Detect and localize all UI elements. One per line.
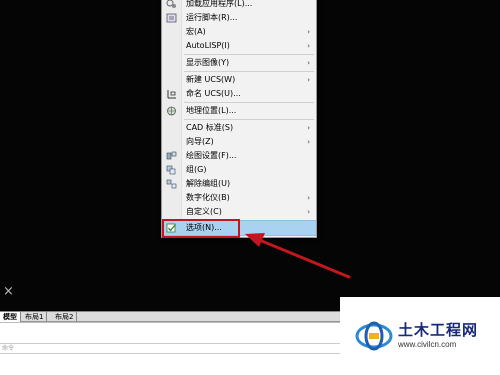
- submenu-arrow-icon: ›: [307, 59, 310, 67]
- menu-item-digitizer[interactable]: 数字化仪(B) ›: [162, 191, 316, 205]
- menu-separator: [184, 102, 314, 103]
- menu-item-load-application[interactable]: 加载应用程序(L)...: [162, 0, 316, 11]
- watermark: 土木工程网 www.civilcn.com: [340, 297, 500, 375]
- menu-item-label: AutoLISP(I): [186, 41, 230, 50]
- menu-separator: [184, 119, 314, 120]
- submenu-arrow-icon: ›: [307, 194, 310, 202]
- menu-item-label: 加载应用程序(L)...: [186, 0, 253, 8]
- submenu-arrow-icon: ›: [307, 42, 310, 50]
- menu-item-label: CAD 标准(S): [186, 123, 234, 132]
- command-prompt: 命令: [2, 345, 15, 352]
- tools-dropdown-menu: 加载应用程序(L)... 运行脚本(R)... 宏(A) › AutoLISP(…: [161, 0, 317, 238]
- menu-item-label: 解除编组(U): [186, 179, 231, 188]
- options-highlight-box: [162, 219, 240, 238]
- ucs-icon: [167, 90, 176, 99]
- menu-item-label: 命名 UCS(U)...: [186, 89, 241, 98]
- script-icon: [166, 13, 177, 23]
- tab-model[interactable]: 模型: [0, 312, 21, 322]
- submenu-arrow-icon: ›: [307, 138, 310, 146]
- tab-layout2[interactable]: 布局2: [52, 312, 78, 322]
- menu-item-cad-standards[interactable]: CAD 标准(S) ›: [162, 121, 316, 135]
- menu-item-label: 运行脚本(R)...: [186, 13, 238, 22]
- menu-item-label: 自定义(C): [186, 207, 222, 216]
- menu-separator: [184, 71, 314, 72]
- menu-separator: [184, 54, 314, 55]
- menu-item-label: 地理位置(L)...: [186, 106, 237, 115]
- menu-item-geographic-location[interactable]: 地理位置(L)...: [162, 104, 316, 118]
- submenu-arrow-icon: ›: [307, 124, 310, 132]
- submenu-arrow-icon: ›: [307, 208, 310, 216]
- pointer-arrow-icon: [245, 233, 351, 279]
- ungroup-icon: [166, 179, 177, 189]
- menu-item-label: 向导(Z): [186, 137, 214, 146]
- menu-item-ungroup[interactable]: 解除编组(U): [162, 177, 316, 191]
- menu-item-label: 宏(A): [186, 27, 206, 36]
- menu-item-macro[interactable]: 宏(A) ›: [162, 25, 316, 39]
- submenu-arrow-icon: ›: [307, 28, 310, 36]
- menu-item-group[interactable]: 组(G): [162, 163, 316, 177]
- watermark-title: 土木工程网: [398, 321, 479, 339]
- menu-item-new-ucs[interactable]: 新建 UCS(W) ›: [162, 73, 316, 87]
- close-icon[interactable]: ×: [3, 285, 14, 298]
- menu-item-label: 新建 UCS(W): [186, 75, 236, 84]
- menu-item-run-script[interactable]: 运行脚本(R)...: [162, 11, 316, 25]
- tab-layout1[interactable]: 布局1: [22, 312, 48, 322]
- menu-item-customize[interactable]: 自定义(C) ›: [162, 205, 316, 219]
- menu-item-label: 显示图像(Y): [186, 58, 230, 67]
- watermark-logo-icon: [355, 321, 393, 351]
- menu-item-wizards[interactable]: 向导(Z) ›: [162, 135, 316, 149]
- drafting-settings-icon: [166, 151, 177, 160]
- menu-item-label: 组(G): [186, 165, 207, 174]
- menu-item-label: 绘图设置(F)...: [186, 151, 237, 160]
- group-icon: [166, 165, 176, 175]
- globe-icon: [167, 106, 176, 116]
- menu-item-label: 数字化仪(B): [186, 193, 230, 202]
- menu-item-named-ucs[interactable]: 命名 UCS(U)...: [162, 87, 316, 101]
- menu-item-drafting-settings[interactable]: 绘图设置(F)...: [162, 149, 316, 163]
- app-load-icon: [166, 0, 176, 8]
- menu-item-autolisp[interactable]: AutoLISP(I) ›: [162, 39, 316, 53]
- watermark-url: www.civilcn.com: [398, 340, 457, 349]
- submenu-arrow-icon: ›: [307, 76, 310, 84]
- menu-item-display-image[interactable]: 显示图像(Y) ›: [162, 56, 316, 70]
